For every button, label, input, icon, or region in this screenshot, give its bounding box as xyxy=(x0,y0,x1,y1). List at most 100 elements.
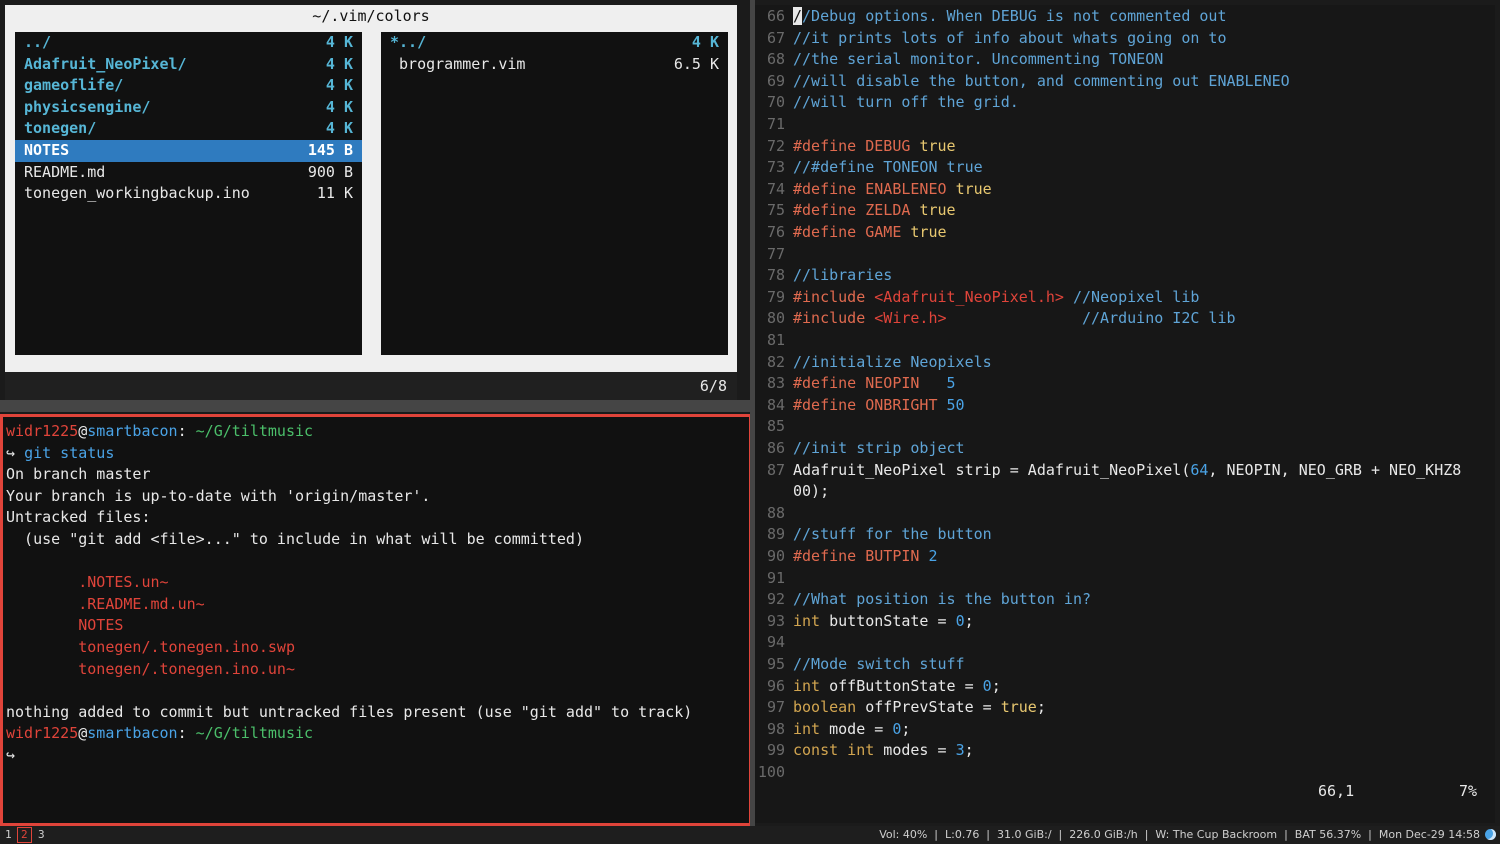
terminal-text: @ xyxy=(78,422,88,440)
code-token: ; xyxy=(901,719,911,738)
code-line: 68 //the serial monitor. Uncommenting TON… xyxy=(755,49,1163,71)
code-line: 73 //#define TONEON true xyxy=(755,157,983,179)
terminal-line: (use "git add <file>..." to include in w… xyxy=(6,529,584,551)
ranger-file-manager: ~/.vim/colors ../4 K Adafruit_NeoPixel/4 … xyxy=(5,5,737,400)
code-line: 91 xyxy=(755,568,793,590)
file-entry[interactable]: Adafruit_NeoPixel/4 K xyxy=(15,54,362,76)
file-size: 900 B xyxy=(307,162,353,181)
file-entry[interactable]: physicsengine/4 K xyxy=(15,97,362,119)
line-number: 92 xyxy=(766,590,785,609)
terminal-text: : xyxy=(177,422,196,440)
file-name: Adafruit_NeoPixel/ xyxy=(24,54,187,73)
ranger-path-title: ~/.vim/colors xyxy=(312,7,430,25)
workspace-1[interactable]: 1 xyxy=(5,826,12,844)
code-token: Adafruit_NeoPixel strip = Adafruit_NeoPi… xyxy=(793,460,1191,479)
terminal-pane[interactable]: widr1225@smartbacon: ~/G/tiltmusic ↪ git … xyxy=(0,414,752,826)
code-token: offButtonState = xyxy=(820,676,983,695)
line-number: 69 xyxy=(766,71,785,90)
line-number: 71 xyxy=(766,115,785,133)
line-number: 85 xyxy=(766,417,785,436)
code-line: 82 //initialize Neopixels xyxy=(755,352,992,374)
moon-icon xyxy=(1485,829,1496,840)
system-status-text: Vol: 40% | L:0.76 | 31.0 GiB:/ | 226.0 G… xyxy=(879,828,1480,841)
code-token: //Mode switch stuff xyxy=(793,655,965,673)
code-line: 74 #define ENABLENEO true xyxy=(755,179,992,201)
ranger-preview-column[interactable]: *../ 4 K brogrammer.vim 6.5 K xyxy=(381,32,728,355)
file-entry[interactable]: README.md 900 B xyxy=(15,162,362,184)
terminal-text: widr1225 xyxy=(6,724,79,743)
file-entry[interactable]: ../ 4 K xyxy=(15,32,362,54)
terminal-line: .NOTES.un~ xyxy=(6,572,169,594)
code-token: const int xyxy=(793,741,875,760)
code-line: 70 //will turn off the grid. xyxy=(755,92,1019,114)
code-token: modes = xyxy=(874,741,956,760)
code-token: 0 xyxy=(955,611,965,630)
line-number: 82 xyxy=(766,352,785,371)
code-token: #define ONBRIGHT xyxy=(793,395,947,414)
code-line: 79 #include <Adafruit_NeoPixel.h> //Neopi… xyxy=(755,287,1199,309)
workspace-2-active[interactable]: 2 xyxy=(17,827,32,843)
code-line: 72 #define DEBUG true xyxy=(755,136,956,158)
code-line: 78 //libraries xyxy=(755,265,892,287)
file-entry[interactable]: tonegen_workingbackup.ino 11 K xyxy=(15,183,362,205)
terminal-line: widr1225@smartbacon: ~/G/tiltmusic xyxy=(6,723,313,745)
terminal-line: tonegen/.tonegen.ino.swp xyxy=(6,637,295,659)
file-name: tonegen/ xyxy=(24,119,97,138)
file-name: ../ xyxy=(24,33,52,51)
vim-editor[interactable]: 66,1 7% 66 //Debug options. When DEBUG is… xyxy=(755,5,1495,823)
terminal-text: widr1225 xyxy=(6,422,79,440)
line-number: 70 xyxy=(766,93,785,112)
code-line: 92 //What position is the button in? xyxy=(755,589,1091,611)
code-line: 88 xyxy=(755,503,793,525)
line-number: 87 xyxy=(766,460,785,479)
code-token: ; xyxy=(991,676,1001,695)
pane-divider xyxy=(0,400,750,412)
code-token: //init strip object xyxy=(793,439,965,457)
line-number: 81 xyxy=(766,331,785,349)
file-name: gameoflife/ xyxy=(24,76,124,95)
line-number: 72 xyxy=(766,136,785,155)
code-token: /Debug options. When DEBUG is not commen… xyxy=(802,7,1227,25)
code-line: 85 xyxy=(755,416,793,438)
terminal-text: tonegen/.tonegen.ino.swp xyxy=(6,638,295,656)
terminal-line: On branch master xyxy=(6,464,151,486)
file-name: NOTES xyxy=(24,140,70,159)
code-token: <Adafruit_NeoPixel.h> xyxy=(874,287,1064,306)
file-entry[interactable]: brogrammer.vim 6.5 K xyxy=(381,54,728,76)
code-line: 89 //stuff for the button xyxy=(755,524,992,546)
code-token: #define DEBUG xyxy=(793,136,920,155)
file-name: tonegen_workingbackup.ino xyxy=(24,184,250,203)
file-entry[interactable]: tonegen/4 K xyxy=(15,118,362,140)
line-number: 99 xyxy=(766,741,785,760)
line-number: 79 xyxy=(766,287,785,306)
file-size: 4 K xyxy=(325,119,353,138)
line-number: 91 xyxy=(766,568,785,587)
terminal-text: git status xyxy=(24,443,115,462)
code-token: //stuff for the button xyxy=(793,525,992,544)
file-entry[interactable]: gameoflife/4 K xyxy=(15,75,362,97)
code-line: 84 #define ONBRIGHT 50 xyxy=(755,395,965,417)
terminal-text: .NOTES.un~ xyxy=(6,573,169,592)
code-line: 90 #define BUTPIN 2 xyxy=(755,546,938,568)
terminal-text: ↪ xyxy=(6,746,16,764)
terminal-line: tonegen/.tonegen.ino.un~ xyxy=(6,659,295,681)
code-token: //will turn off the grid. xyxy=(793,93,1019,112)
code-token: true xyxy=(910,223,947,241)
ranger-parent-column[interactable]: ../4 K Adafruit_NeoPixel/4 Kgameoflife/4 … xyxy=(15,32,362,355)
file-entry[interactable]: *../ 4 K xyxy=(381,32,728,54)
code-token: int xyxy=(793,611,821,630)
file-entry[interactable]: NOTES 145 B xyxy=(15,139,362,162)
code-token: buttonState = xyxy=(820,611,956,630)
code-token: #define ZELDA xyxy=(793,201,920,220)
line-number: 74 xyxy=(766,179,785,198)
file-size: 4 K xyxy=(325,76,353,95)
line-number: 80 xyxy=(766,309,785,328)
terminal-text: Untracked files: xyxy=(6,508,151,527)
code-token: //Arduino I2C lib xyxy=(946,309,1236,328)
terminal-text: nothing added to commit but untracked fi… xyxy=(6,702,693,721)
terminal-text: (use "git add <file>..." to include in w… xyxy=(6,530,584,548)
terminal-text: ~/G/tiltmusic xyxy=(195,724,314,743)
workspace-3[interactable]: 3 xyxy=(38,826,45,844)
text-cursor: / xyxy=(793,7,803,25)
code-line: 66 //Debug options. When DEBUG is not com… xyxy=(755,6,1226,28)
